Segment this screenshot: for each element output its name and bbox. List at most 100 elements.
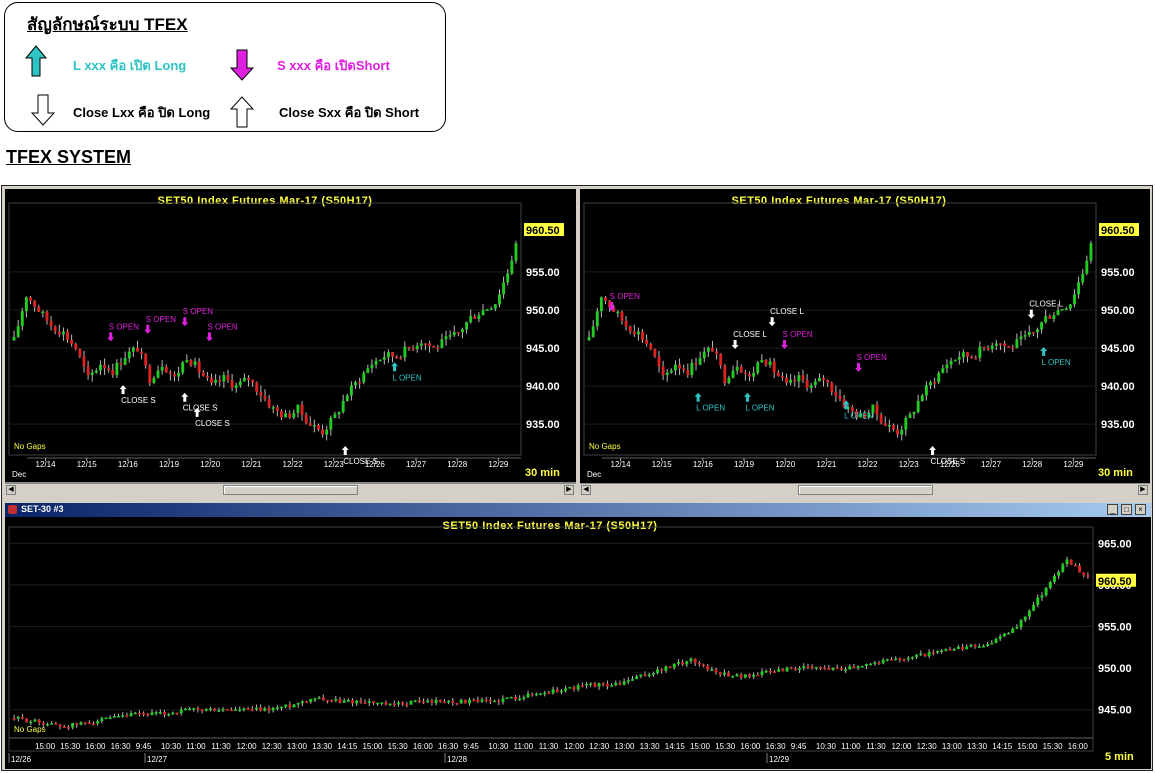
candle-body (79, 722, 83, 725)
candle-body (748, 374, 751, 377)
candle-body (164, 366, 168, 373)
candle-body (154, 711, 158, 714)
scroll-left-icon[interactable]: ◀ (581, 485, 591, 495)
chart-pane-left[interactable]: SET50 Index Futures Mar-17 (S50H17) 935.… (5, 189, 576, 495)
candle-body (760, 671, 764, 675)
restore-icon[interactable]: □ (1121, 504, 1132, 515)
candle-body (225, 708, 229, 711)
candle-body (739, 366, 743, 373)
close-short-signal: CLOSE S (341, 446, 378, 466)
x-tick-label: 12/23 (899, 460, 920, 469)
minimize-icon[interactable]: _ (1107, 504, 1118, 515)
candle-body (214, 379, 218, 383)
x-tick-label: 15:30 (715, 742, 736, 751)
candle-body (351, 700, 354, 704)
scroll-right-icon[interactable]: ▶ (1138, 485, 1148, 495)
candle-body (502, 282, 506, 295)
candle-body (217, 710, 221, 712)
candle-body (727, 672, 731, 677)
candle-body (506, 273, 510, 283)
scroll-right-icon[interactable]: ▶ (564, 485, 574, 495)
candle-body (505, 697, 509, 700)
x-tick-label: 12/28 (1022, 460, 1043, 469)
scroll-left-icon[interactable]: ◀ (6, 485, 16, 495)
candle-body (685, 661, 689, 665)
arrow-down-icon (768, 317, 776, 327)
candle-body (604, 297, 607, 301)
candle-body (743, 372, 747, 375)
section-title: TFEX SYSTEM (6, 147, 132, 167)
candle-body (422, 701, 426, 704)
arrow-down-icon (107, 332, 115, 342)
candle-body (1044, 316, 1048, 323)
candle-body (645, 339, 649, 344)
chart-pane-right[interactable]: SET50 Index Futures Mar-17 (S50H17) 935.… (580, 189, 1150, 484)
candle-body (639, 674, 643, 677)
x-tick-label: 12/14 (36, 460, 57, 469)
candle-body (50, 723, 54, 725)
candle-body (263, 708, 267, 711)
candle-body (929, 382, 932, 386)
candle-body (489, 308, 493, 311)
candle-body (819, 666, 822, 669)
candle-body (292, 412, 296, 418)
close-short-signal: CLOSE S (119, 385, 156, 405)
candle-body (363, 702, 367, 704)
candlestick-chart-left: 935.00 940.00 945.00 950.00 955.00 960.50 12/1… (8, 202, 564, 469)
close-icon[interactable]: × (1135, 504, 1146, 515)
candle-body (908, 414, 912, 418)
candle-body (210, 377, 213, 383)
chart-pane-bottom[interactable]: SET50 Index Futures Mar-17 (S50H17) 945.… (5, 517, 1151, 769)
x-tick-label: 13:00 (942, 742, 963, 751)
x-tick-label: 16:00 (740, 742, 761, 751)
candle-body (1044, 587, 1048, 596)
candle-body (1089, 243, 1093, 261)
candle-body (465, 322, 469, 330)
y-tick-label: 945.00 (526, 343, 560, 355)
candle-body (472, 699, 476, 702)
candle-body (498, 294, 501, 305)
candle-body (481, 310, 485, 316)
candle-body (509, 696, 513, 699)
short-signal: S OPEN (144, 315, 176, 334)
scroll-thumb[interactable] (798, 485, 933, 495)
scrollbar-right[interactable]: ◀ ▶ (580, 483, 1150, 496)
x-tick-label: 13:00 (287, 742, 308, 751)
month-label: Dec (587, 470, 602, 479)
candle-body (1048, 581, 1052, 588)
candle-body (288, 704, 292, 708)
candle-body (924, 385, 928, 396)
candle-body (275, 407, 279, 412)
candle-body (200, 709, 204, 711)
candle-body (142, 713, 146, 715)
candle-body (213, 708, 217, 711)
candle-body (514, 696, 517, 700)
candle-body (280, 706, 283, 709)
candle-body (45, 311, 49, 321)
candle-body (990, 642, 994, 645)
candle-body (1060, 309, 1064, 311)
x-tick-label: 13:00 (614, 742, 635, 751)
candle-body (111, 370, 115, 376)
legend-long-open: L xxx คือ เปิด Long (73, 58, 187, 73)
scrollbar-left[interactable]: ◀ ▶ (5, 483, 576, 496)
window-titlebar[interactable]: SET-30 #3 _ □ × (5, 503, 1151, 517)
candle-body (407, 346, 411, 349)
x-tick-label: 12/23 (324, 460, 345, 469)
candle-body (370, 364, 374, 369)
candle-body (714, 669, 718, 673)
candle-body (1027, 610, 1031, 617)
x-tick-label: 12/16 (118, 460, 139, 469)
candle-body (518, 698, 522, 701)
candle-body (941, 368, 945, 373)
candle-body (764, 359, 768, 366)
date-label: 12/26 (11, 755, 32, 764)
candle-body (354, 382, 357, 386)
y-tick-label: 950.00 (526, 305, 560, 317)
candle-body (309, 698, 313, 703)
candle-body (722, 672, 726, 675)
candle-body (961, 646, 965, 650)
scroll-thumb[interactable] (223, 485, 358, 495)
candle-body (58, 724, 62, 727)
candle-body (37, 719, 41, 723)
